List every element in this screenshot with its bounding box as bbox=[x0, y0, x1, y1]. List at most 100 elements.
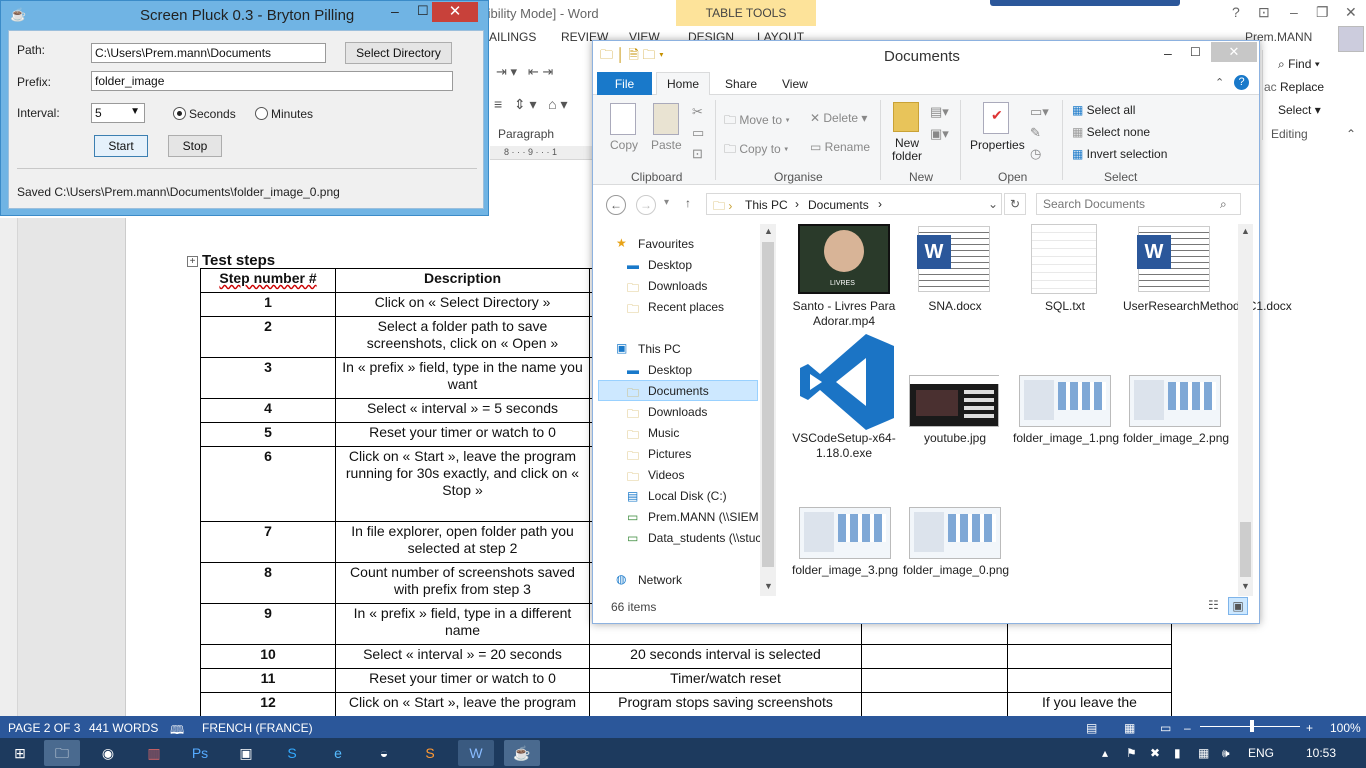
help-icon[interactable]: ? bbox=[1232, 4, 1240, 20]
txt-file-icon[interactable] bbox=[1031, 224, 1097, 294]
refresh-icon[interactable]: ↻ bbox=[1004, 193, 1026, 215]
properties-button[interactable]: Properties bbox=[970, 138, 1025, 152]
seconds-radio[interactable] bbox=[173, 107, 186, 120]
docx-icon[interactable]: W bbox=[1137, 226, 1210, 292]
up-icon[interactable]: ↑ bbox=[685, 196, 691, 210]
file-item-label[interactable]: folder_image_3.png bbox=[792, 563, 898, 578]
invert-selection-button[interactable]: ▦ Invert selection bbox=[1072, 147, 1167, 161]
file-list-scrollbar[interactable]: ▲ ▼ bbox=[1238, 224, 1253, 596]
nav-pc-music[interactable]: Music bbox=[648, 426, 679, 440]
select-button[interactable]: Select ▾ bbox=[1278, 103, 1321, 117]
open-icons[interactable]: ▭▾ ✎ ◷ bbox=[1030, 101, 1049, 164]
avatar[interactable] bbox=[1338, 26, 1364, 52]
java-taskbar-icon[interactable]: ☕ bbox=[504, 740, 540, 766]
cut-icons[interactable]: ✂ ▭ ⊡ bbox=[692, 101, 704, 164]
png-thumbnail[interactable] bbox=[1129, 375, 1221, 427]
select-none-button[interactable]: ▦ Select none bbox=[1072, 125, 1150, 139]
png-thumbnail[interactable] bbox=[909, 507, 1001, 559]
word-minimize-icon[interactable]: – bbox=[1290, 4, 1298, 20]
png-thumbnail[interactable] bbox=[1019, 375, 1111, 427]
nav-fav-desktop[interactable]: Desktop bbox=[648, 258, 692, 272]
nav-fav-downloads[interactable]: Downloads bbox=[648, 279, 707, 293]
file-item-label[interactable]: UserResearchMethodVC1.docx bbox=[1123, 299, 1292, 314]
delete-button[interactable]: ✕ Delete ▾ bbox=[810, 111, 867, 125]
language-indicator[interactable]: FRENCH (FRANCE) bbox=[202, 721, 313, 735]
png-thumbnail[interactable] bbox=[799, 507, 891, 559]
interval-select[interactable]: 5 ▼ bbox=[91, 103, 145, 123]
tray-expand-icon[interactable]: ▴ bbox=[1102, 746, 1108, 760]
scroll-down-icon[interactable]: ▼ bbox=[764, 581, 773, 591]
word-taskbar-icon[interactable]: W bbox=[458, 740, 494, 766]
word-count[interactable]: 441 WORDS bbox=[89, 721, 158, 735]
prefix-field[interactable]: folder_image bbox=[91, 71, 453, 91]
file-item-label[interactable]: SNA.docx bbox=[903, 299, 1007, 314]
word-restore-icon[interactable]: ❐ bbox=[1316, 4, 1329, 21]
app2-taskbar-icon[interactable]: ▣ bbox=[228, 740, 264, 766]
zoom-level[interactable]: 100% bbox=[1330, 721, 1361, 735]
file-item-label[interactable]: youtube.jpg bbox=[903, 431, 1007, 446]
skype-taskbar-icon[interactable]: S bbox=[274, 740, 310, 766]
tab-mailings[interactable]: AILINGS bbox=[489, 30, 536, 44]
web-layout-icon[interactable]: ▭ bbox=[1160, 721, 1171, 735]
table-row[interactable]: 10 Select « interval » = 20 seconds 20 sec… bbox=[200, 644, 1172, 669]
print-layout-icon[interactable]: ▦ bbox=[1124, 721, 1135, 735]
back-icon[interactable]: ← bbox=[606, 195, 626, 215]
file-item-label[interactable]: SQL.txt bbox=[1013, 299, 1117, 314]
tab-share[interactable]: Share bbox=[725, 77, 757, 91]
table-row[interactable]: 11 Reset your timer or watch to 0 Timer/wa… bbox=[200, 668, 1172, 693]
tray-network-icon[interactable]: ▦ bbox=[1198, 746, 1209, 760]
photoshop-taskbar-icon[interactable]: Ps bbox=[182, 740, 218, 766]
table-move-handle-icon[interactable]: + bbox=[187, 256, 198, 267]
page-count[interactable]: PAGE 2 OF 3 bbox=[8, 721, 80, 735]
app3-taskbar-icon[interactable]: ◒ bbox=[366, 740, 402, 766]
new-folder-button[interactable]: New folder bbox=[890, 137, 924, 163]
read-mode-icon[interactable]: ▤ bbox=[1086, 721, 1097, 735]
tab-file[interactable]: File bbox=[597, 72, 652, 96]
word-close-icon[interactable]: ✕ bbox=[1345, 4, 1357, 21]
scroll-down-icon[interactable]: ▼ bbox=[1241, 581, 1250, 591]
file-item-label[interactable]: folder_image_1.png bbox=[1013, 431, 1119, 446]
file-item-label[interactable]: folder_image_0.png bbox=[903, 563, 1009, 578]
new-item-icons[interactable]: ▤▾ ▣▾ bbox=[930, 101, 949, 145]
nav-fav-recent[interactable]: Recent places bbox=[648, 300, 724, 314]
ribbon-collapse-icon[interactable]: ⌃ bbox=[1215, 76, 1224, 89]
zoom-out-icon[interactable]: – bbox=[1184, 721, 1191, 735]
vscode-icon[interactable] bbox=[800, 334, 894, 430]
move-to-button[interactable]: 🗀 Move to ▾ bbox=[724, 111, 790, 132]
start-button[interactable]: Start bbox=[94, 135, 148, 157]
copy-button[interactable]: Copy bbox=[610, 138, 638, 152]
tray-language[interactable]: ENG bbox=[1248, 746, 1274, 760]
zoom-slider-thumb[interactable] bbox=[1250, 720, 1254, 732]
rename-button[interactable]: ▭ Rename bbox=[810, 140, 870, 154]
table-row[interactable]: 12 Click on « Start », leave the program P… bbox=[200, 692, 1172, 717]
nav-network[interactable]: Network bbox=[638, 573, 682, 587]
start-button[interactable]: ⊞ bbox=[2, 740, 38, 766]
scroll-thumb[interactable] bbox=[762, 242, 774, 567]
tray-volume-icon[interactable]: 🕪 bbox=[1222, 746, 1230, 761]
paste-button[interactable]: Paste bbox=[651, 138, 682, 152]
collapse-ribbon-icon[interactable]: ⌃ bbox=[1346, 127, 1356, 141]
file-item-label[interactable]: VSCodeSetup-x64-1.18.0.exe bbox=[792, 431, 896, 461]
zoom-in-icon[interactable]: + bbox=[1306, 721, 1313, 735]
tray-flag-icon[interactable]: ⚑ bbox=[1126, 746, 1137, 760]
indent-icons[interactable]: ⇥ ▾ ⇤ ⇥ bbox=[496, 64, 553, 80]
nav-pc-pictures[interactable]: Pictures bbox=[648, 447, 691, 461]
file-item-label[interactable]: Santo - Livres Para Adorar.mp4 bbox=[792, 299, 896, 329]
scroll-up-icon[interactable]: ▲ bbox=[1241, 226, 1250, 236]
youtube-thumbnail[interactable] bbox=[909, 375, 1000, 427]
align-icons[interactable]: ≡ ⇕ ▾ ⌂ ▾ bbox=[494, 96, 568, 113]
nav-pc-documents[interactable]: Documents bbox=[648, 384, 709, 398]
app-taskbar-icon[interactable]: ▥ bbox=[136, 740, 172, 766]
nav-pc-data-students[interactable]: Data_students (\\stuc bbox=[648, 531, 760, 545]
sublime-taskbar-icon[interactable]: S bbox=[412, 740, 448, 766]
address-dropdown-icon[interactable]: ⌄ bbox=[988, 197, 998, 211]
sp-close-icon[interactable]: ✕ bbox=[432, 2, 478, 22]
chrome-taskbar-icon[interactable]: ◉ bbox=[90, 740, 126, 766]
video-thumbnail[interactable]: LIVRES bbox=[798, 224, 890, 294]
replace-button[interactable]: ac Replace bbox=[1264, 80, 1324, 94]
stop-button[interactable]: Stop bbox=[168, 135, 222, 157]
ex-maximize-icon[interactable]: ☐ bbox=[1190, 45, 1201, 59]
quick-access-toolbar[interactable]: 🗀 │ 🗎 🗀 ▾ bbox=[600, 46, 664, 68]
file-explorer-taskbar-icon[interactable]: 🗀 bbox=[44, 740, 80, 766]
select-directory-button[interactable]: Select Directory bbox=[345, 42, 452, 64]
